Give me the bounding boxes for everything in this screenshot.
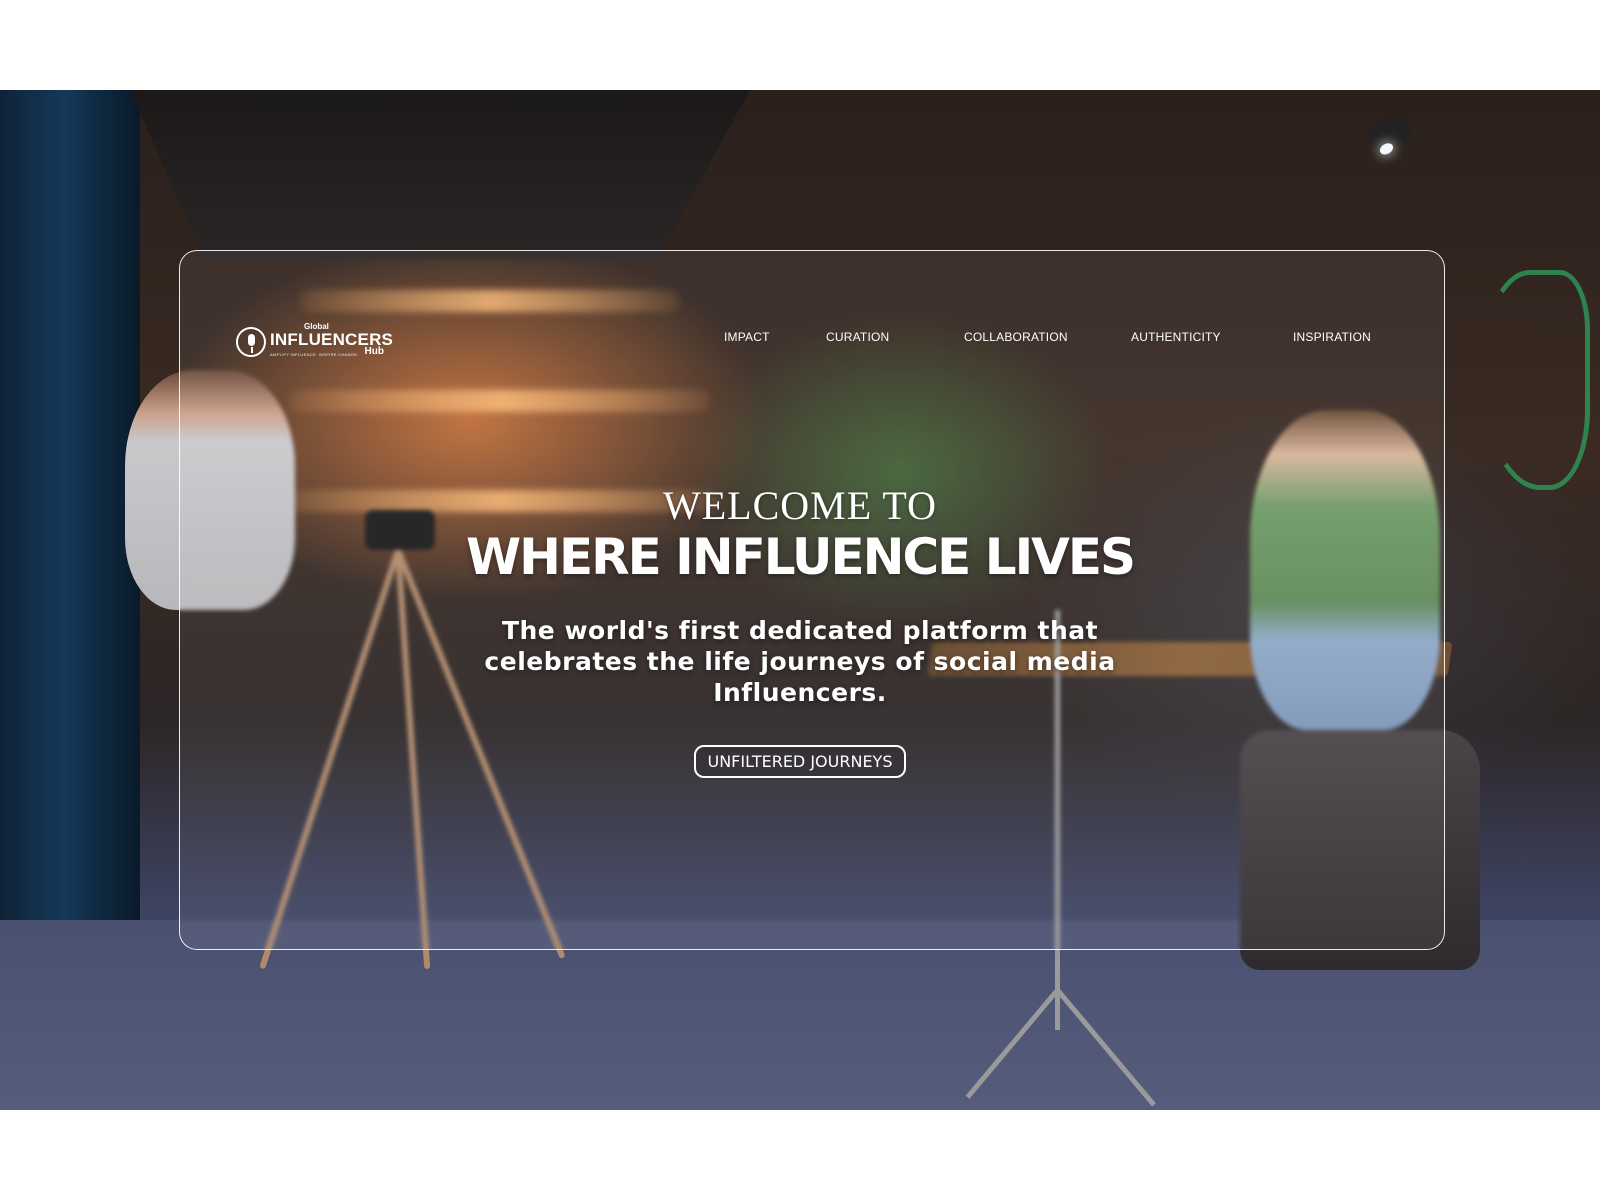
brand-logo[interactable]: Global INFLUENCERS Hub AMPLIFY INFLUENCE…	[236, 322, 393, 362]
spotlight	[1366, 111, 1414, 155]
brand-wordmark: Global INFLUENCERS Hub AMPLIFY INFLUENCE…	[270, 322, 393, 362]
hero-headline: WHERE INFLUENCE LIVES	[465, 528, 1136, 586]
brand-tagline: AMPLIFY INFLUENCE. INSPIRE CHANGE.	[270, 352, 359, 357]
welcome-text: WELCOME TO	[662, 483, 938, 528]
microphone-icon	[236, 327, 266, 357]
nav-item-authenticity[interactable]: AUTHENTICITY	[1131, 330, 1221, 344]
brand-suffix: Hub	[364, 346, 384, 357]
nav-item-inspiration[interactable]: INSPIRATION	[1293, 330, 1371, 344]
unfiltered-journeys-button[interactable]: UNFILTERED JOURNEYS	[694, 745, 906, 778]
softbox-light	[130, 90, 750, 260]
nav-item-collaboration[interactable]: COLLABORATION	[964, 330, 1068, 344]
neon-sign	[1480, 270, 1590, 490]
hero-subtitle: The world's first dedicated platform tha…	[484, 616, 1116, 707]
page: Global INFLUENCERS Hub AMPLIFY INFLUENCE…	[0, 0, 1600, 1200]
nav-item-impact[interactable]: IMPACT	[724, 330, 770, 344]
nav-item-curation[interactable]: CURATION	[826, 330, 889, 344]
